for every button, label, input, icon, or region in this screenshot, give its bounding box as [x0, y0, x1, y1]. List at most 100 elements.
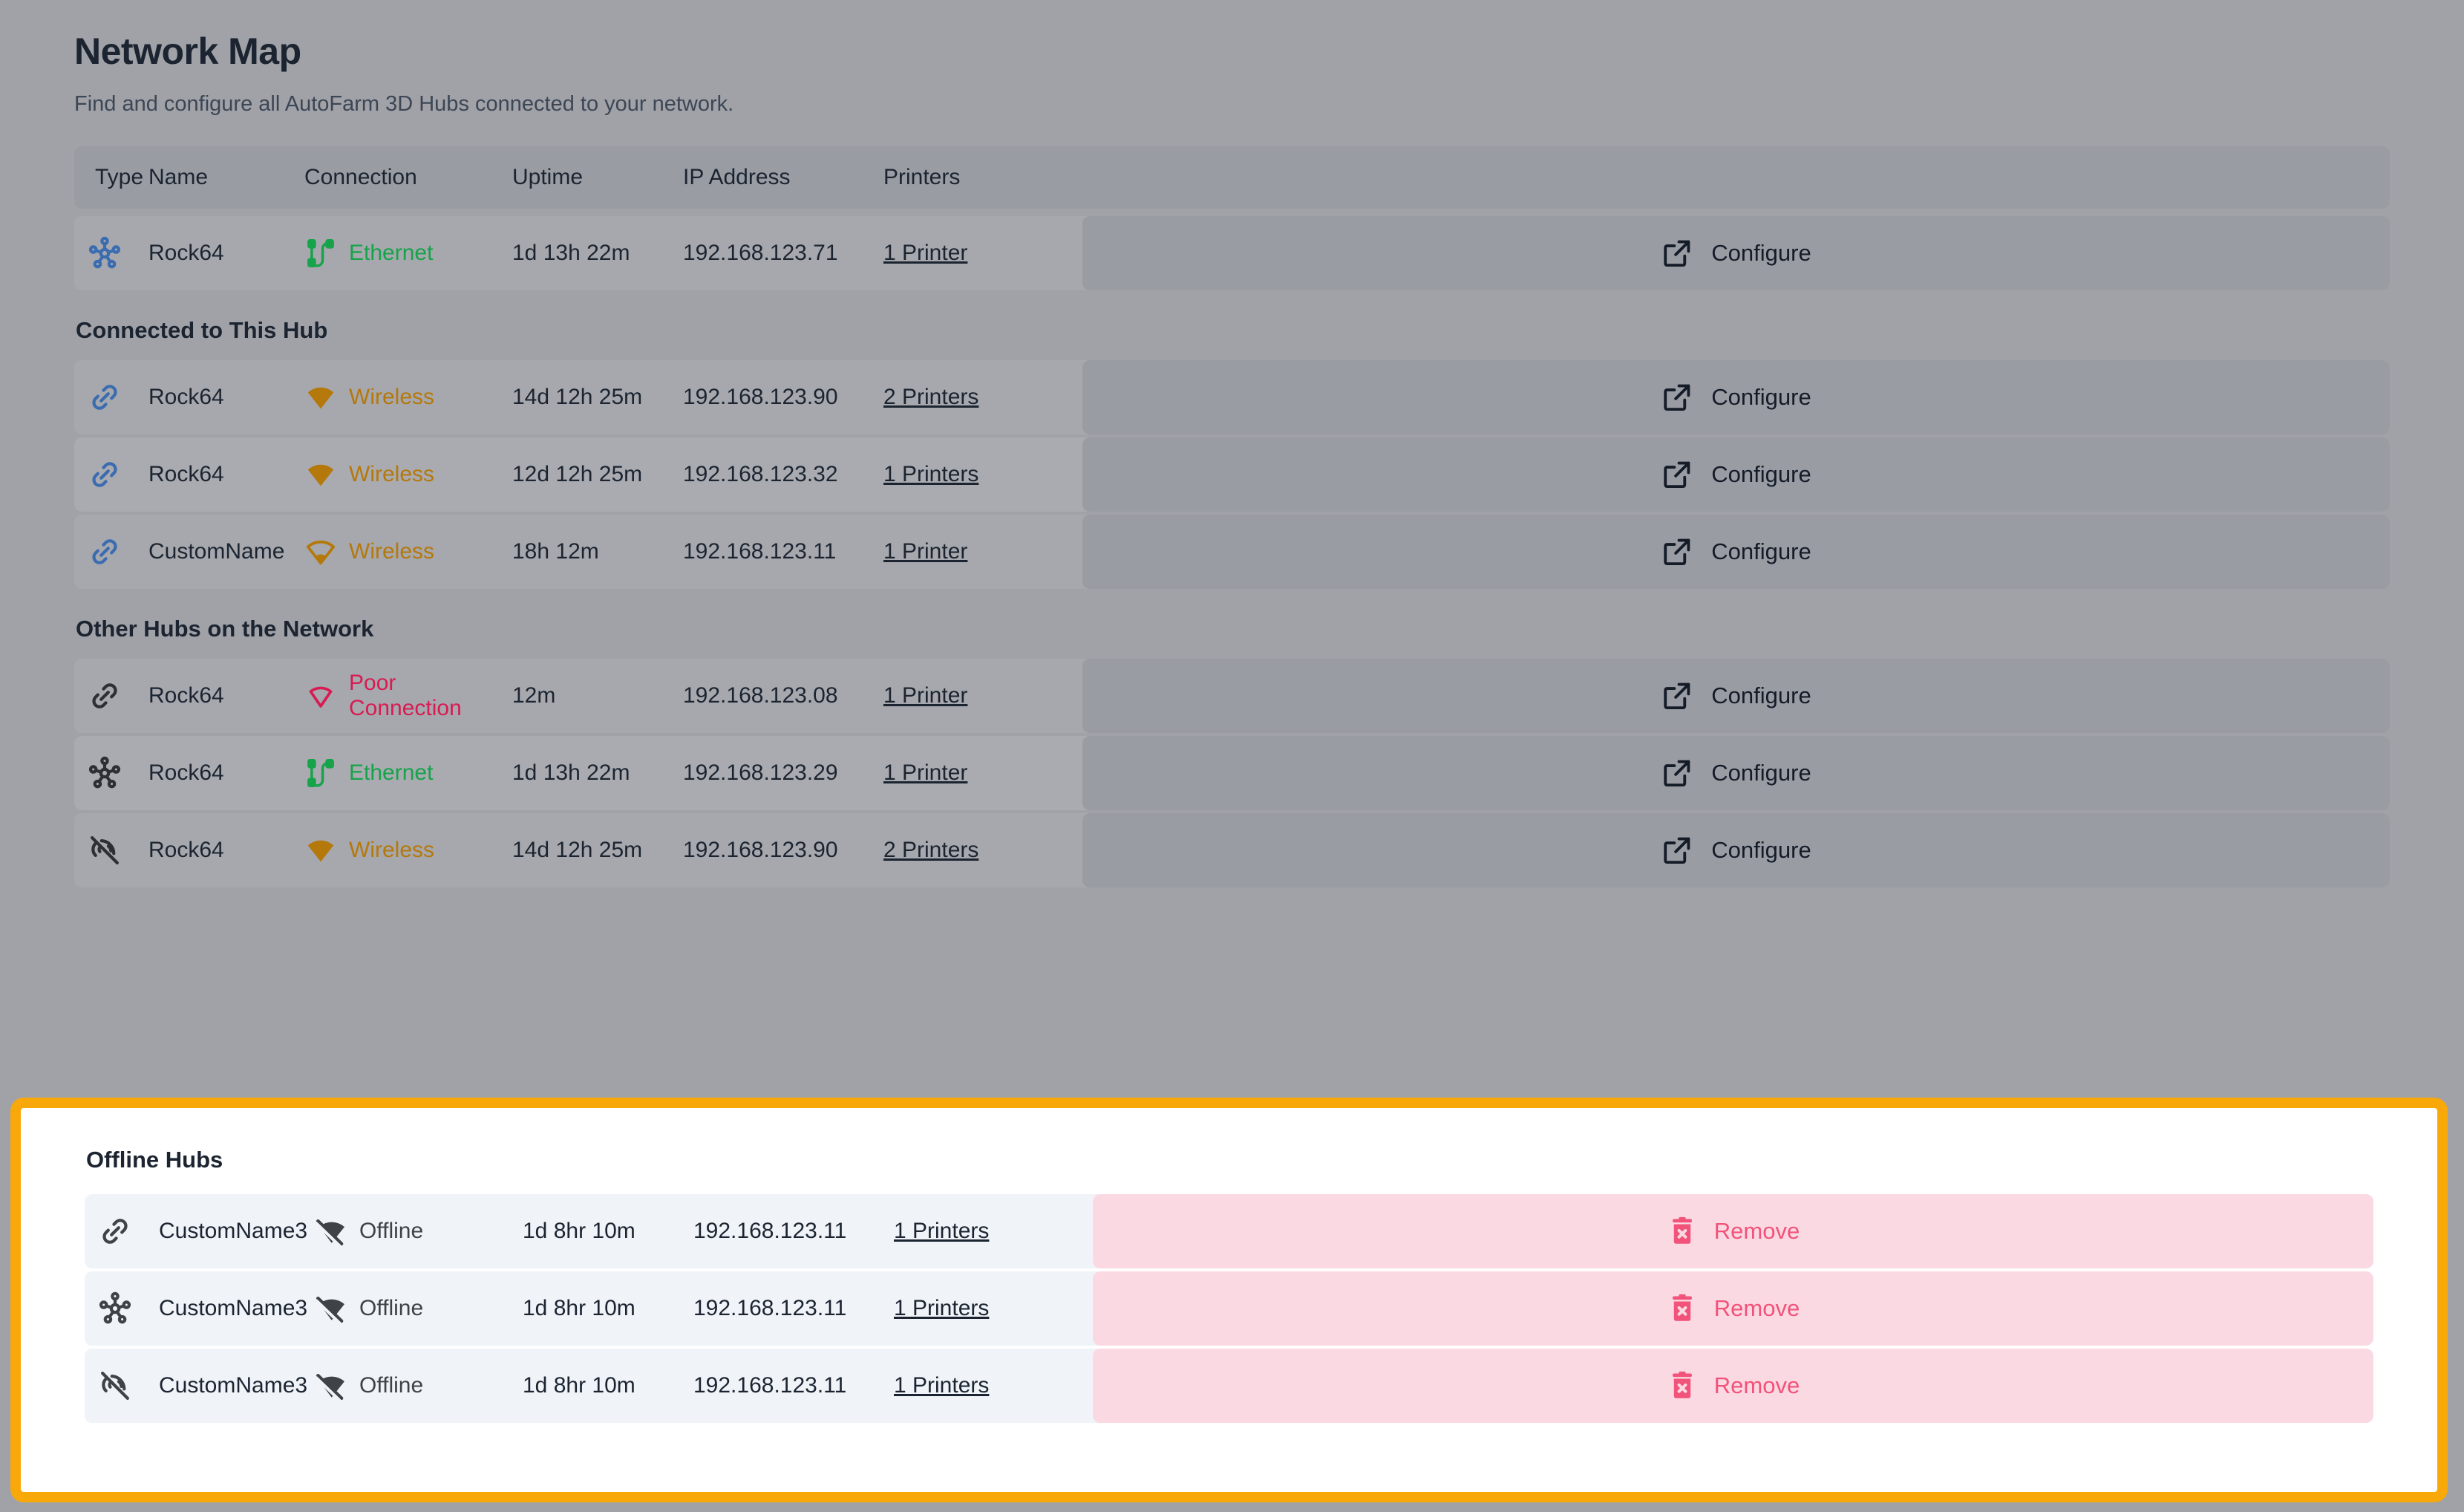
- ip-address-value: 192.168.123.90: [683, 813, 883, 887]
- connection-label: Offline: [359, 1373, 423, 1398]
- remove-button[interactable]: Remove: [1093, 1271, 2373, 1346]
- connection-status: Ethernet: [304, 216, 512, 290]
- table-row: Rock64Wireless12d 12h 25m192.168.123.321…: [74, 437, 2390, 512]
- configure-button[interactable]: Configure: [1082, 813, 2390, 887]
- printers-link[interactable]: 1 Printers: [894, 1296, 989, 1321]
- printers-cell: 1 Printer: [883, 216, 1082, 290]
- hub-name: Rock64: [148, 360, 304, 434]
- network-map-main: Network Map Find and configure all AutoF…: [0, 0, 2464, 1098]
- action-cell: Configure: [1082, 659, 2390, 733]
- printers-link[interactable]: 1 Printer: [883, 683, 967, 708]
- printers-link[interactable]: 1 Printers: [894, 1373, 989, 1398]
- ip-address-value: 192.168.123.90: [683, 360, 883, 434]
- action-button-label: Configure: [1711, 384, 1811, 411]
- action-button-label: Configure: [1711, 461, 1811, 488]
- uptime-value: 18h 12m: [512, 515, 683, 589]
- link-icon: [85, 1194, 159, 1268]
- printers-cell: 2 Printers: [883, 360, 1082, 434]
- printers-link[interactable]: 2 Printers: [883, 838, 978, 863]
- offline-hubs-panel: Offline Hubs CustomName3Offline1d 8hr 10…: [10, 1098, 2448, 1502]
- connection-label: Wireless: [349, 539, 434, 564]
- wireless-off-icon: [85, 1349, 159, 1423]
- uptime-value: 1d 8hr 10m: [523, 1271, 693, 1346]
- remove-button[interactable]: Remove: [1093, 1194, 2373, 1268]
- connection-status: Wireless: [304, 437, 512, 512]
- section-heading: Connected to This Hub: [76, 317, 2390, 344]
- trash-x-icon: [1667, 1370, 1698, 1401]
- uptime-value: 1d 8hr 10m: [523, 1194, 693, 1268]
- printers-link[interactable]: 1 Printer: [883, 241, 967, 266]
- configure-button[interactable]: Configure: [1082, 216, 2390, 290]
- external-link-icon: [1661, 834, 1693, 867]
- column-header-type: Type: [74, 165, 148, 190]
- connection-label: Offline: [359, 1296, 423, 1321]
- link-icon: [74, 659, 148, 733]
- connection-label: Poor Connection: [349, 671, 512, 721]
- connection-status: Offline: [315, 1194, 523, 1268]
- hub-name: Rock64: [148, 659, 304, 733]
- action-cell: Configure: [1082, 360, 2390, 434]
- wifi-off-icon: [315, 1292, 347, 1325]
- hub-name: CustomName3: [159, 1349, 315, 1423]
- external-link-icon: [1661, 535, 1693, 568]
- hub-topology-icon: [74, 216, 148, 290]
- external-link-icon: [1661, 680, 1693, 712]
- wifi-poor-icon: [304, 680, 337, 712]
- action-button-label: Configure: [1711, 760, 1811, 786]
- table-row: Rock64Poor Connection12m192.168.123.081 …: [74, 659, 2390, 733]
- ip-address-value: 192.168.123.11: [693, 1349, 894, 1423]
- printers-link[interactable]: 1 Printers: [883, 462, 978, 487]
- network-map-page: Network Map Find and configure all AutoF…: [0, 0, 2464, 1512]
- column-header-name: Name: [148, 165, 304, 190]
- wifi-off-icon: [315, 1369, 347, 1402]
- column-header-connection: Connection: [304, 165, 512, 190]
- action-cell: Configure: [1082, 813, 2390, 887]
- action-button-label: Configure: [1711, 240, 1811, 267]
- hub-name: Rock64: [148, 813, 304, 887]
- connection-label: Wireless: [349, 385, 434, 410]
- printers-cell: 1 Printers: [894, 1349, 1093, 1423]
- configure-button[interactable]: Configure: [1082, 515, 2390, 589]
- action-button-label: Remove: [1714, 1295, 1800, 1322]
- wifi-strong-icon: [304, 458, 337, 491]
- link-icon: [74, 515, 148, 589]
- configure-button[interactable]: Configure: [1082, 736, 2390, 810]
- configure-button[interactable]: Configure: [1082, 659, 2390, 733]
- external-link-icon: [1661, 237, 1693, 270]
- ip-address-value: 192.168.123.29: [683, 736, 883, 810]
- printers-cell: 2 Printers: [883, 813, 1082, 887]
- table-row: Rock64Wireless14d 12h 25m192.168.123.902…: [74, 360, 2390, 434]
- section-heading: Other Hubs on the Network: [76, 616, 2390, 642]
- hub-name: Rock64: [148, 437, 304, 512]
- connection-status: Wireless: [304, 813, 512, 887]
- printers-link[interactable]: 1 Printers: [894, 1219, 989, 1244]
- wifi-strong-icon: [304, 381, 337, 414]
- uptime-value: 12d 12h 25m: [512, 437, 683, 512]
- ip-address-value: 192.168.123.71: [683, 216, 883, 290]
- hub-name: CustomName: [148, 515, 304, 589]
- action-cell: Configure: [1082, 437, 2390, 512]
- page-title: Network Map: [74, 30, 2390, 73]
- hub-name: CustomName3: [159, 1194, 315, 1268]
- connection-status: Poor Connection: [304, 659, 512, 733]
- table-row: CustomName3Offline1d 8hr 10m192.168.123.…: [85, 1349, 2373, 1423]
- printers-cell: 1 Printer: [883, 736, 1082, 810]
- table-row: CustomName3Offline1d 8hr 10m192.168.123.…: [85, 1194, 2373, 1268]
- table-row: CustomName3Offline1d 8hr 10m192.168.123.…: [85, 1271, 2373, 1346]
- printers-link[interactable]: 1 Printer: [883, 539, 967, 564]
- uptime-value: 1d 13h 22m: [512, 216, 683, 290]
- ip-address-value: 192.168.123.32: [683, 437, 883, 512]
- printers-link[interactable]: 2 Printers: [883, 385, 978, 410]
- action-button-label: Configure: [1711, 682, 1811, 709]
- table-row: Rock64Wireless14d 12h 25m192.168.123.902…: [74, 813, 2390, 887]
- configure-button[interactable]: Configure: [1082, 360, 2390, 434]
- action-button-label: Configure: [1711, 538, 1811, 565]
- wifi-weak-icon: [304, 535, 337, 568]
- remove-button[interactable]: Remove: [1093, 1349, 2373, 1423]
- ip-address-value: 192.168.123.11: [683, 515, 883, 589]
- configure-button[interactable]: Configure: [1082, 437, 2390, 512]
- hub-name: Rock64: [148, 216, 304, 290]
- printers-cell: 1 Printers: [894, 1194, 1093, 1268]
- printers-link[interactable]: 1 Printer: [883, 760, 967, 786]
- column-header-ip-address: IP Address: [683, 165, 883, 190]
